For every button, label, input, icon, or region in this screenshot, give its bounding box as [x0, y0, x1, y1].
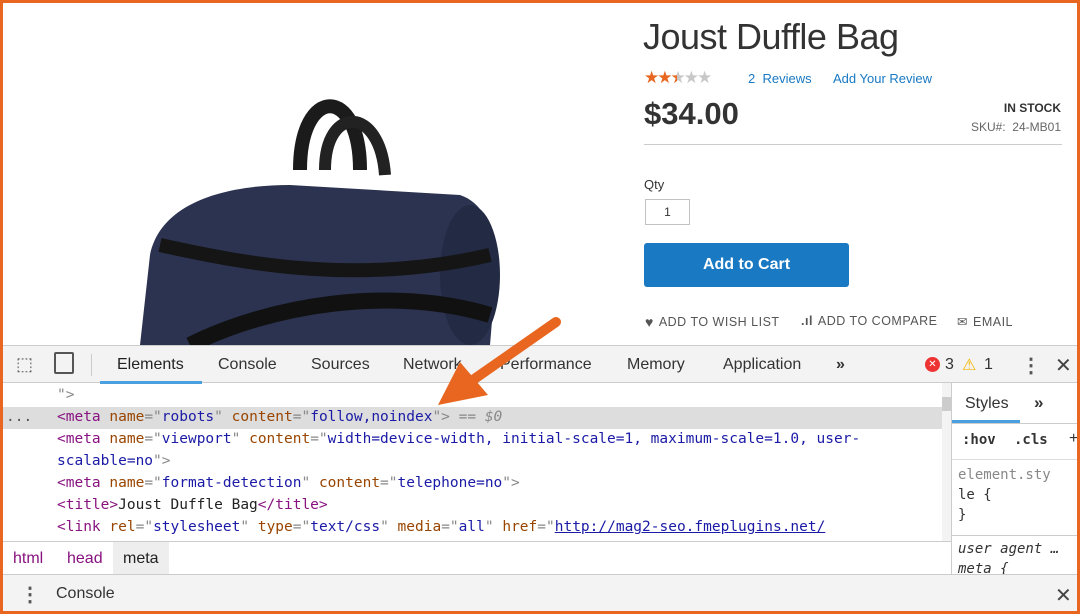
annotation-arrow [438, 317, 561, 405]
